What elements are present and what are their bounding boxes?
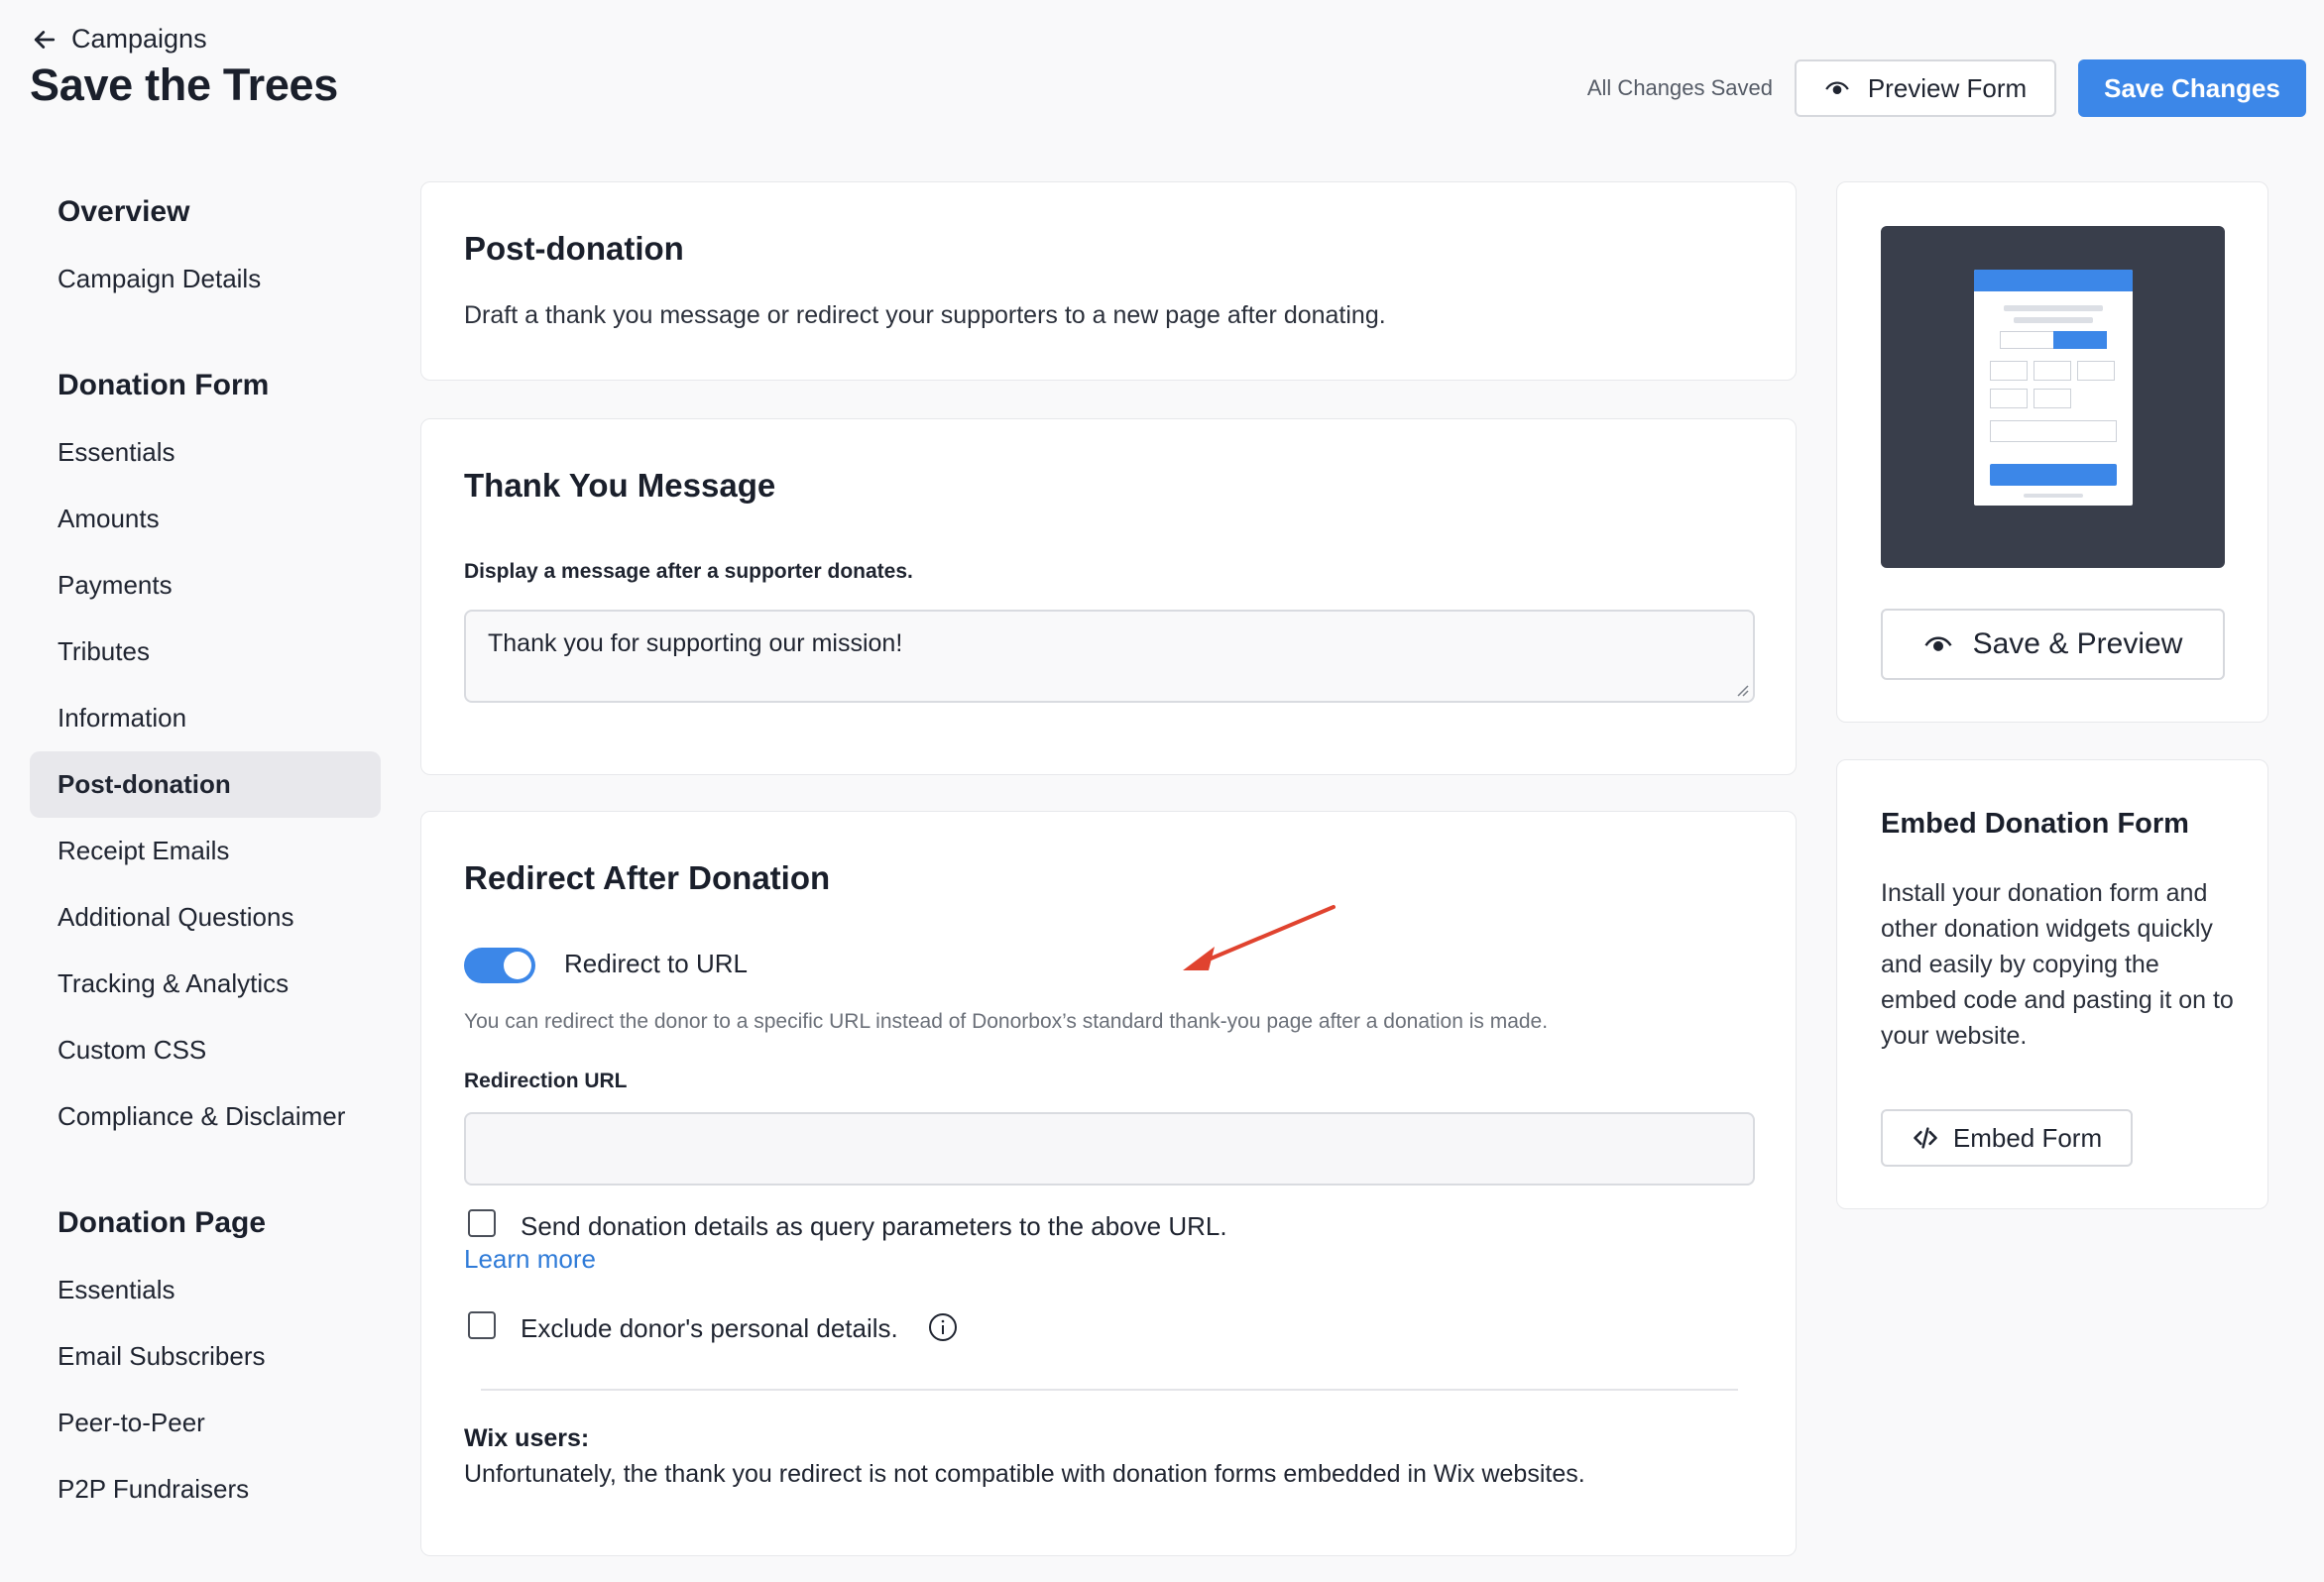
redirect-toggle-label: Redirect to URL [564,949,748,978]
sidebar-item-payments[interactable]: Payments [30,552,381,619]
thank-you-card: Thank You Message Display a message afte… [420,418,1797,775]
eye-icon [1924,636,1952,651]
embed-card: Embed Donation Form Install your donatio… [1836,759,2268,1209]
embed-form-label: Embed Form [1952,1122,2103,1153]
query-params-label[interactable]: Send donation details as query parameter… [521,1211,1227,1242]
sidebar-item-campaign-details[interactable]: Campaign Details [30,246,381,312]
exclude-personal-checkbox[interactable] [468,1311,496,1339]
embed-title: Embed Donation Form [1881,808,2189,840]
save-status: All Changes Saved [1586,75,1773,100]
sidebar-item-tracking-analytics[interactable]: Tracking & Analytics [30,951,381,1017]
thank-you-message-textarea[interactable]: Thank you for supporting our mission! [464,610,1755,703]
sidebar-item-tributes[interactable]: Tributes [30,619,381,685]
sidebar-heading-donation-form[interactable]: Donation Form [30,352,381,419]
thank-you-message-text: Thank you for supporting our mission! [488,629,903,657]
resize-handle-icon[interactable] [1735,683,1749,697]
sidebar-item-form-essentials[interactable]: Essentials [30,419,381,486]
mini-form-illustration [1974,270,2133,506]
code-icon [1914,1127,1937,1149]
embed-form-button[interactable]: Embed Form [1881,1109,2133,1167]
query-params-checkbox[interactable] [468,1209,496,1237]
sidebar-item-email-subscribers[interactable]: Email Subscribers [30,1323,381,1390]
thank-you-label: Display a message after a supporter dona… [464,560,913,583]
redirect-help-text: You can redirect the donor to a specific… [464,1010,1549,1033]
wix-notice-text: Unfortunately, the thank you redirect is… [464,1460,1585,1488]
redirect-toggle[interactable] [464,948,535,983]
form-preview-thumbnail [1881,226,2225,568]
arrow-left-icon [34,30,56,49]
sidebar-heading-donation-page[interactable]: Donation Page [30,1189,381,1257]
eye-icon [1825,81,1849,94]
sidebar-item-amounts[interactable]: Amounts [30,486,381,552]
info-icon[interactable] [927,1311,959,1343]
page-title: Save the Trees [30,59,338,110]
sidebar-item-page-essentials[interactable]: Essentials [30,1257,381,1323]
sidebar-heading-overview[interactable]: Overview [30,178,381,246]
sidebar-item-compliance[interactable]: Compliance & Disclaimer [30,1083,381,1150]
learn-more-link[interactable]: Learn more [464,1244,596,1275]
sidebar-item-p2p-fundraisers[interactable]: P2P Fundraisers [30,1456,381,1523]
sidebar-item-receipt-emails[interactable]: Receipt Emails [30,818,381,884]
sidebar-item-peer-to-peer[interactable]: Peer-to-Peer [30,1390,381,1456]
redirection-url-label: Redirection URL [464,1070,628,1092]
divider [481,1389,1738,1391]
back-label: Campaigns [71,24,207,54]
save-and-preview-button[interactable]: Save & Preview [1881,609,2225,680]
settings-sidebar: Overview Campaign Details Donation Form … [30,178,381,1523]
sidebar-item-information[interactable]: Information [30,685,381,751]
redirect-card: Redirect After Donation Redirect to URL … [420,811,1797,1556]
redirection-url-input[interactable] [464,1112,1755,1186]
annotation-arrow-icon [1183,905,1336,970]
post-donation-title: Post-donation [464,230,684,267]
back-link[interactable]: Campaigns [30,24,207,55]
embed-description: Install your donation form and other don… [1881,879,2234,1050]
sidebar-item-post-donation[interactable]: Post-donation [30,751,381,818]
preview-form-label: Preview Form [1867,72,2028,103]
save-and-preview-label: Save & Preview [1972,627,2183,660]
sidebar-item-additional-questions[interactable]: Additional Questions [30,884,381,951]
post-donation-card: Post-donation Draft a thank you message … [420,181,1797,381]
toggle-knob [504,952,531,979]
exclude-personal-label[interactable]: Exclude donor's personal details. [521,1313,898,1344]
sidebar-item-custom-css[interactable]: Custom CSS [30,1017,381,1083]
wix-notice-title: Wix users: [464,1424,590,1452]
post-donation-description: Draft a thank you message or redirect yo… [464,301,1386,329]
redirect-title: Redirect After Donation [464,859,831,896]
preview-form-button[interactable]: Preview Form [1795,59,2056,117]
save-changes-button[interactable]: Save Changes [2078,59,2306,117]
preview-card: Save & Preview [1836,181,2268,723]
thank-you-title: Thank You Message [464,467,776,504]
